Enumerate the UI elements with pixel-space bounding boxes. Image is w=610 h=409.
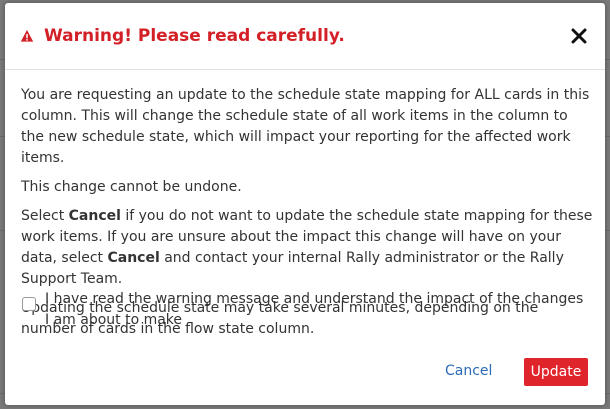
warning-paragraph-instructions: Select Cancel if you do not want to upda…	[21, 206, 593, 290]
acknowledge-checkbox[interactable]	[22, 297, 36, 311]
acknowledge-label[interactable]: I have read the warning message and unde…	[45, 289, 585, 331]
warning-dialog: Warning! Please read carefully. You are …	[5, 3, 605, 405]
close-icon	[571, 28, 587, 44]
dialog-title: Warning! Please read carefully.	[44, 26, 345, 46]
close-button[interactable]	[567, 24, 591, 48]
instructions-cancel-emphasis: Cancel	[107, 250, 160, 266]
warning-paragraph-irreversible: This change cannot be undone.	[21, 179, 242, 195]
update-button[interactable]: Update	[524, 358, 588, 386]
warning-paragraph-scope: You are requesting an update to the sche…	[21, 87, 590, 166]
warning-triangle-icon	[20, 30, 34, 42]
cancel-button[interactable]: Cancel	[445, 361, 492, 381]
dialog-header: Warning! Please read carefully.	[5, 3, 605, 70]
instructions-text: Select	[21, 208, 69, 224]
instructions-cancel-emphasis: Cancel	[68, 208, 121, 224]
